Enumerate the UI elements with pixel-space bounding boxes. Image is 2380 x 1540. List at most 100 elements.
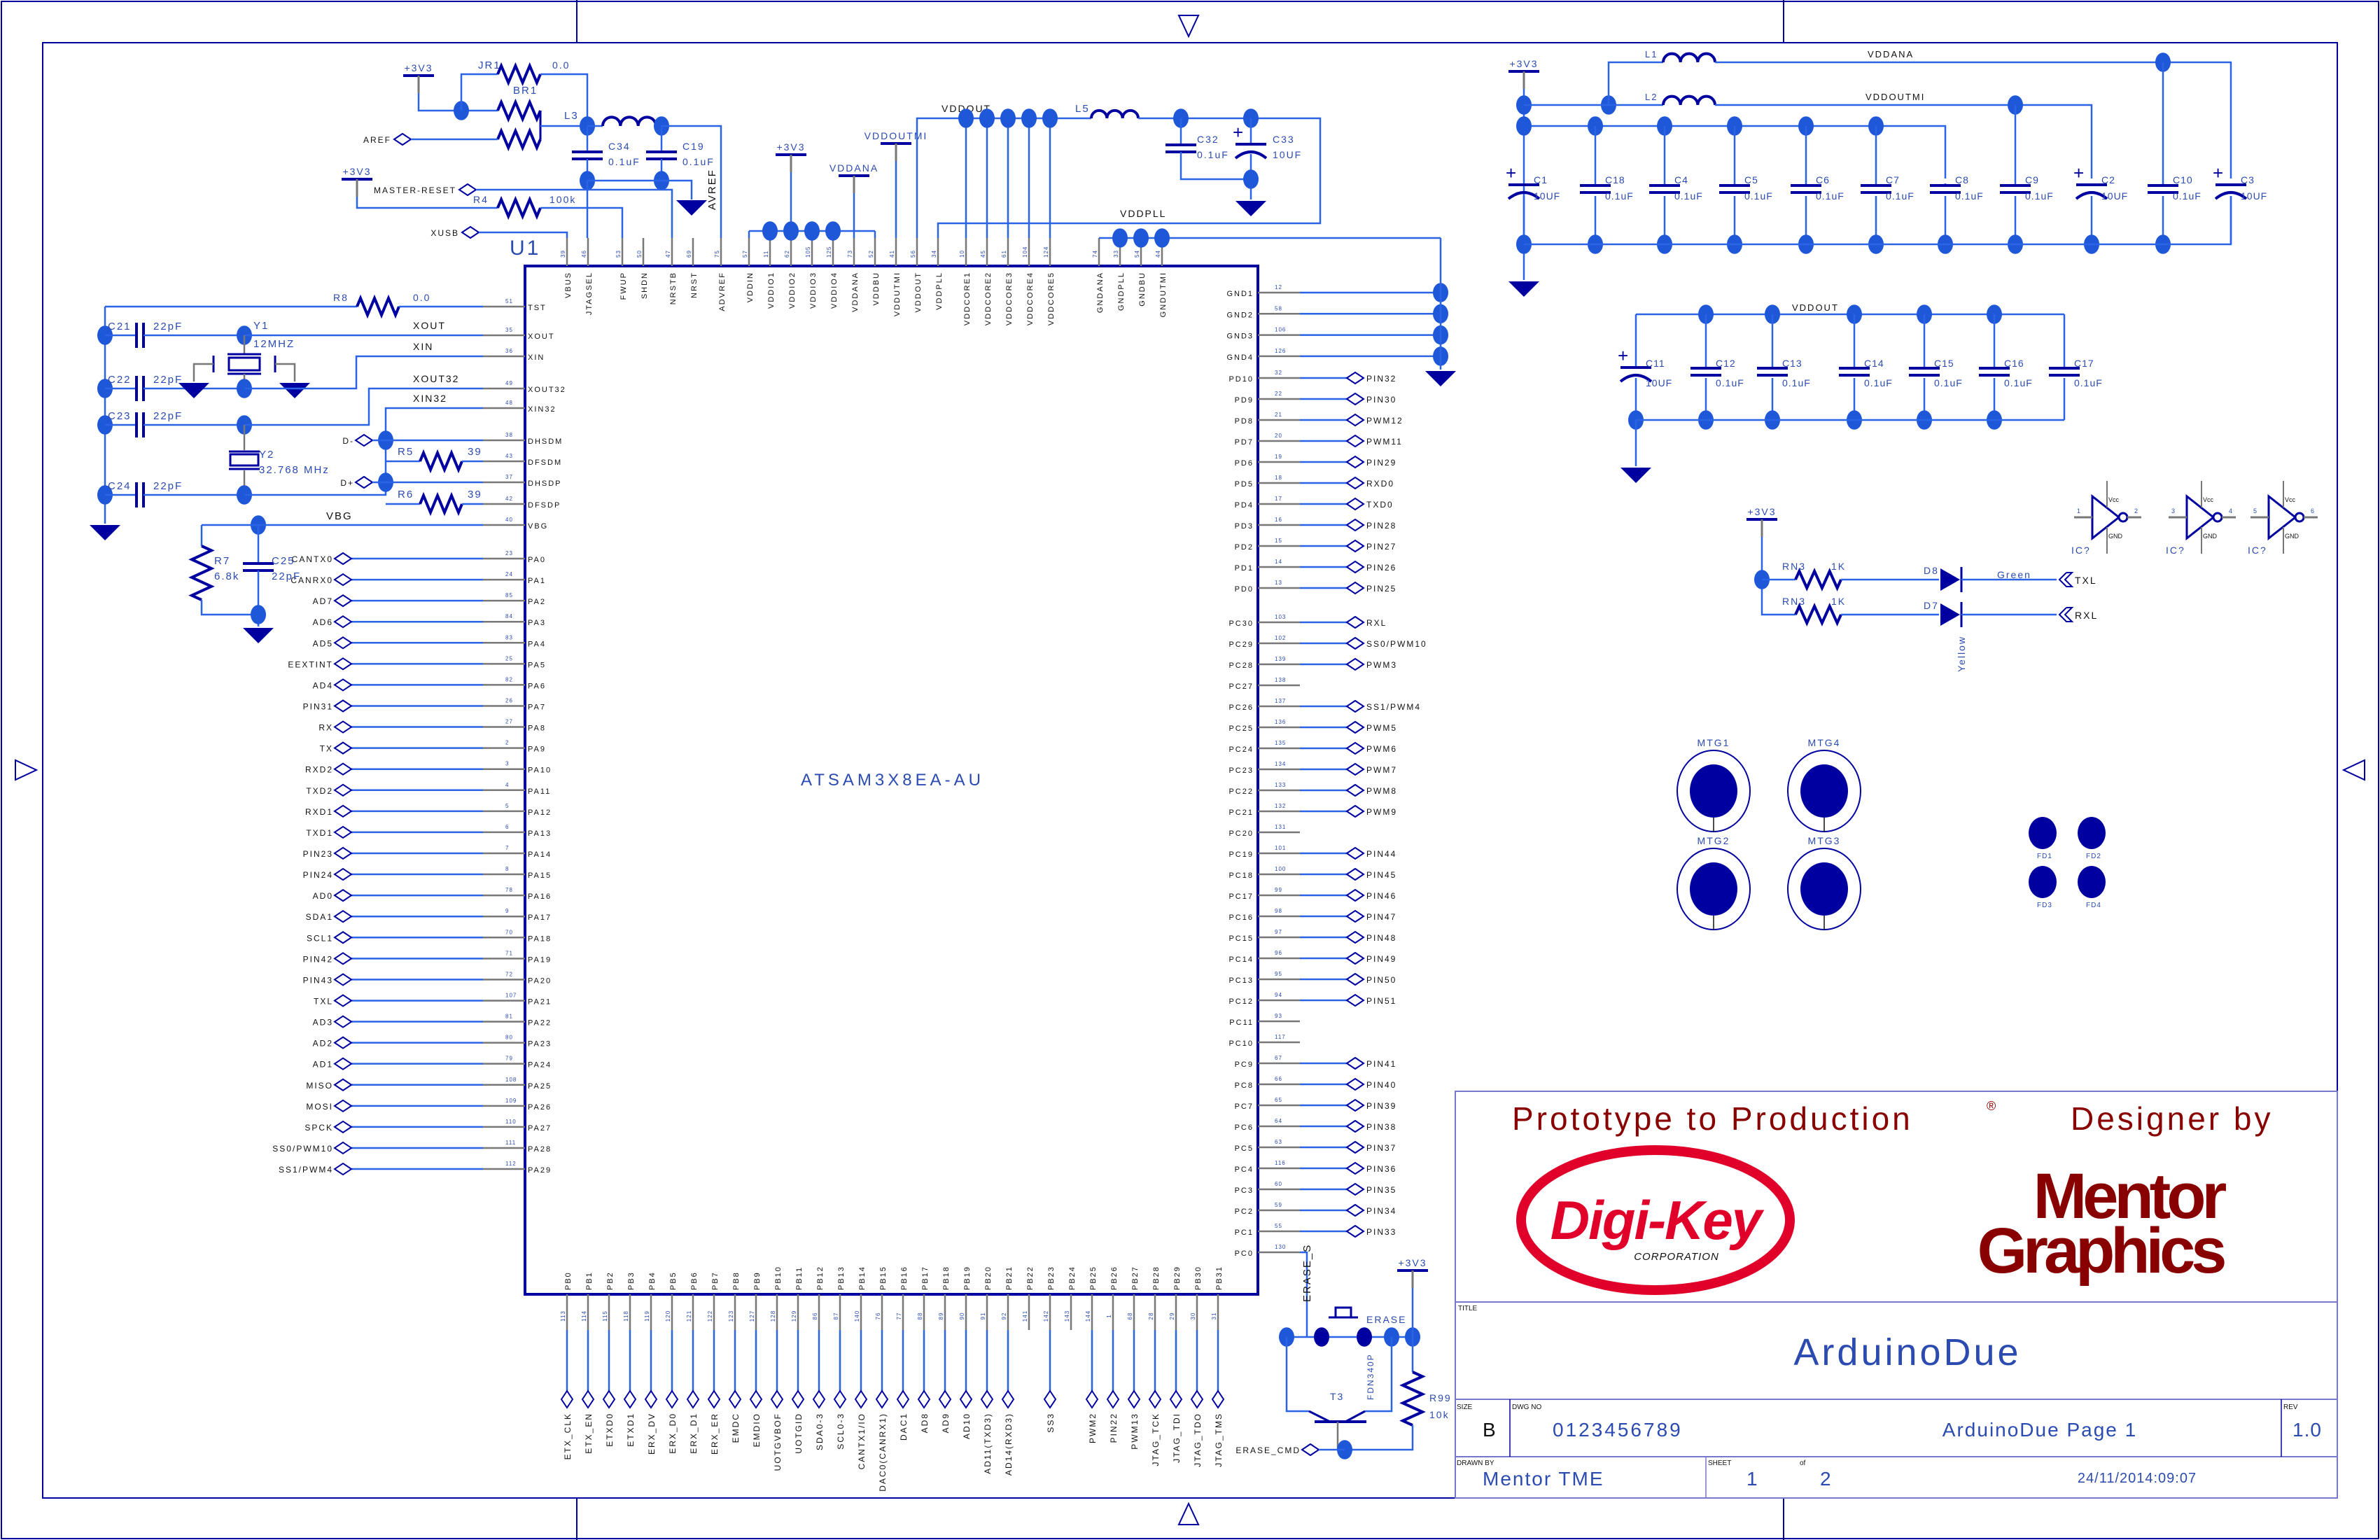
port-icon[interactable] — [1211, 1390, 1225, 1409]
port-icon[interactable] — [354, 433, 374, 447]
port-icon[interactable] — [1345, 741, 1365, 755]
port-icon[interactable] — [959, 1390, 973, 1409]
port-icon[interactable] — [980, 1390, 994, 1409]
port-icon[interactable] — [686, 1390, 700, 1409]
port-icon[interactable] — [1345, 804, 1365, 818]
port-icon[interactable] — [333, 909, 353, 923]
port-icon[interactable] — [1345, 762, 1365, 776]
port-icon[interactable] — [333, 657, 353, 671]
port-icon[interactable] — [1345, 615, 1365, 629]
port-txl-icon[interactable] — [2058, 572, 2074, 587]
port-icon[interactable] — [1345, 371, 1365, 385]
port-icon[interactable] — [623, 1390, 637, 1409]
port-icon[interactable] — [1345, 476, 1365, 490]
port-icon[interactable] — [333, 699, 353, 713]
port-icon[interactable] — [1345, 1182, 1365, 1196]
port-icon[interactable] — [560, 1390, 574, 1409]
port-icon[interactable] — [1190, 1390, 1204, 1409]
port-icon[interactable] — [1345, 909, 1365, 923]
port-icon[interactable] — [1345, 636, 1365, 650]
port-icon[interactable] — [333, 1099, 353, 1113]
port-icon[interactable] — [1345, 1056, 1365, 1070]
port-icon[interactable] — [812, 1390, 826, 1409]
port-icon[interactable] — [854, 1390, 868, 1409]
port-icon[interactable] — [1085, 1390, 1099, 1409]
port-icon[interactable] — [333, 804, 353, 818]
port-icon[interactable] — [1345, 930, 1365, 944]
port-icon[interactable] — [1345, 1119, 1365, 1133]
port-icon[interactable] — [333, 931, 353, 944]
port-icon[interactable] — [1345, 518, 1365, 532]
port-icon[interactable] — [333, 615, 353, 629]
port-icon[interactable] — [1127, 1390, 1141, 1409]
port-icon[interactable] — [1345, 497, 1365, 511]
port-icon[interactable] — [581, 1390, 595, 1409]
port-icon[interactable] — [665, 1390, 679, 1409]
port-icon[interactable] — [393, 132, 412, 146]
port-icon[interactable] — [333, 1162, 353, 1176]
port-icon[interactable] — [1345, 846, 1365, 860]
port-icon[interactable] — [333, 888, 353, 902]
port-icon[interactable] — [333, 573, 353, 587]
port-icon[interactable] — [1345, 1098, 1365, 1112]
port-icon[interactable] — [333, 1057, 353, 1070]
port-icon[interactable] — [1001, 1390, 1015, 1409]
port-icon[interactable] — [333, 1015, 353, 1028]
port-icon[interactable] — [728, 1390, 742, 1409]
port-icon[interactable] — [333, 994, 353, 1007]
port-icon[interactable] — [1345, 1161, 1365, 1175]
port-icon[interactable] — [1345, 951, 1365, 965]
port-icon[interactable] — [1345, 972, 1365, 986]
port-icon[interactable] — [1345, 413, 1365, 427]
port-icon[interactable] — [1301, 1443, 1320, 1457]
port-icon[interactable] — [1345, 1140, 1365, 1154]
port-icon[interactable] — [1345, 783, 1365, 797]
port-icon[interactable] — [1345, 888, 1365, 902]
port-icon[interactable] — [1148, 1390, 1162, 1409]
port-icon[interactable] — [333, 678, 353, 692]
port-icon[interactable] — [1345, 993, 1365, 1007]
port-icon[interactable] — [1345, 434, 1365, 448]
port-icon[interactable] — [333, 1036, 353, 1049]
port-icon[interactable] — [333, 952, 353, 965]
port-icon[interactable] — [1043, 1390, 1057, 1409]
port-icon[interactable] — [333, 973, 353, 986]
port-icon[interactable] — [1345, 1203, 1365, 1217]
port-icon[interactable] — [1106, 1390, 1120, 1409]
port-icon[interactable] — [1345, 657, 1365, 671]
port-icon[interactable] — [791, 1390, 805, 1409]
port-icon[interactable] — [1345, 867, 1365, 881]
port-icon[interactable] — [333, 636, 353, 650]
port-icon[interactable] — [1345, 392, 1365, 406]
port-icon[interactable] — [917, 1390, 931, 1409]
port-icon[interactable] — [1345, 581, 1365, 595]
port-icon[interactable] — [1345, 455, 1365, 469]
port-icon[interactable] — [333, 552, 353, 566]
port-icon[interactable] — [1345, 720, 1365, 734]
port-icon[interactable] — [1345, 699, 1365, 713]
port-icon[interactable] — [770, 1390, 784, 1409]
port-icon[interactable] — [1345, 1224, 1365, 1238]
port-icon[interactable] — [896, 1390, 910, 1409]
port-icon[interactable] — [333, 867, 353, 881]
port-icon[interactable] — [749, 1390, 763, 1409]
port-icon[interactable] — [354, 475, 374, 489]
port-icon[interactable] — [333, 783, 353, 797]
port-icon[interactable] — [333, 846, 353, 860]
port-icon[interactable] — [1169, 1390, 1183, 1409]
port-icon[interactable] — [333, 762, 353, 776]
port-icon[interactable] — [333, 1078, 353, 1091]
port-icon[interactable] — [602, 1390, 616, 1409]
port-icon[interactable] — [333, 594, 353, 608]
port-icon[interactable] — [333, 720, 353, 734]
port-icon[interactable] — [833, 1390, 847, 1409]
port-rxl-icon[interactable] — [2058, 607, 2074, 622]
port-icon[interactable] — [333, 1120, 353, 1134]
port-icon[interactable] — [707, 1390, 721, 1409]
port-icon[interactable] — [1345, 560, 1365, 574]
port-icon[interactable] — [1345, 1077, 1365, 1091]
port-icon[interactable] — [1345, 539, 1365, 553]
port-icon[interactable] — [333, 1141, 353, 1155]
port-icon[interactable] — [644, 1390, 658, 1409]
port-icon[interactable] — [875, 1390, 889, 1409]
